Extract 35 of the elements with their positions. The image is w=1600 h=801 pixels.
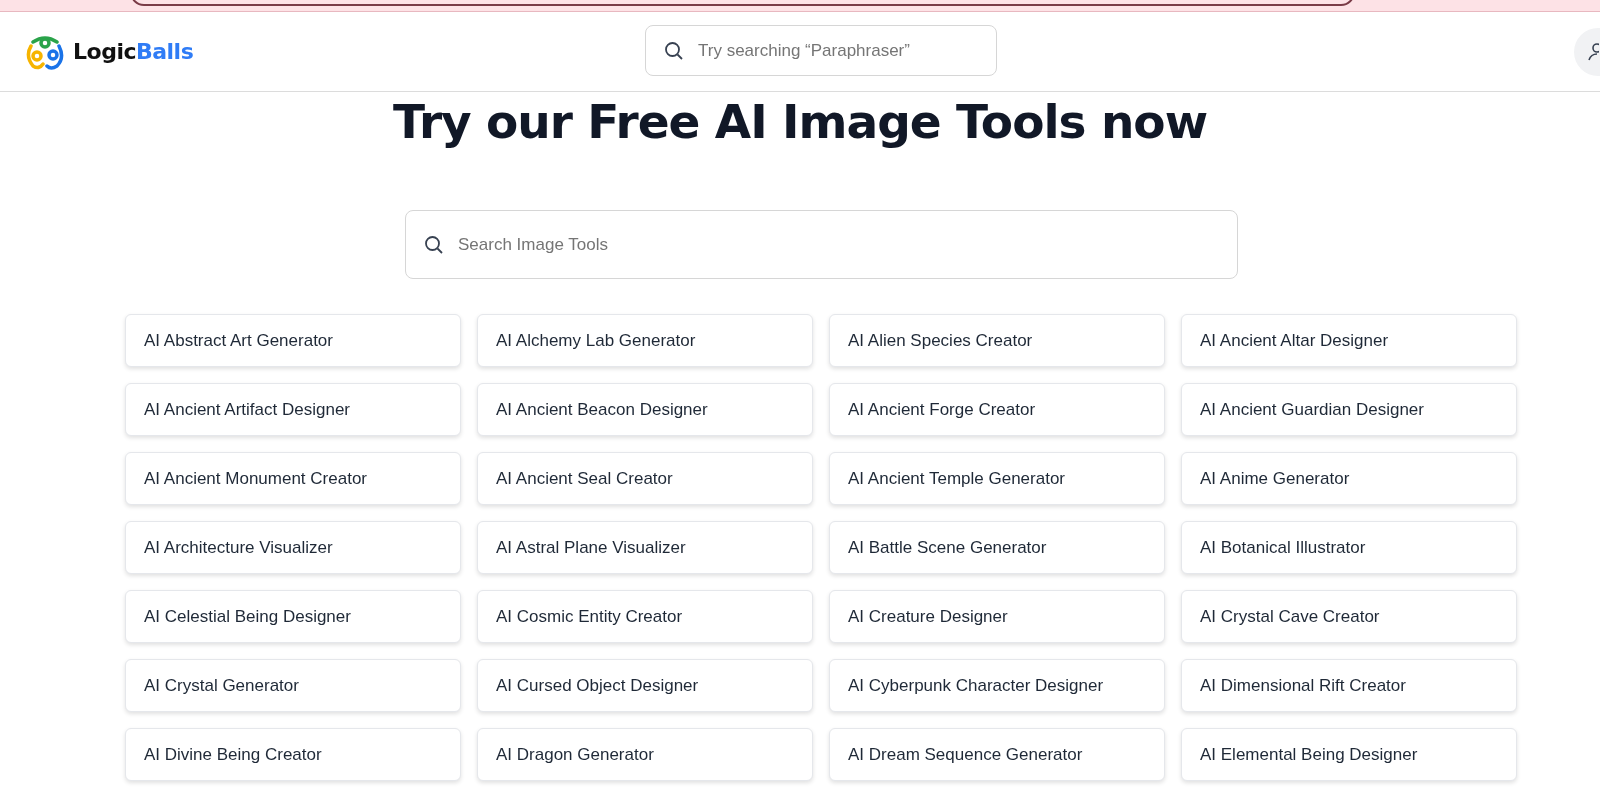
tool-card-link[interactable]: AI Botanical Illustrator	[1181, 521, 1517, 574]
tool-card-link[interactable]: AI Cursed Object Designer	[477, 659, 813, 712]
tool-card-link[interactable]: AI Astral Plane Visualizer	[477, 521, 813, 574]
tool-card-link[interactable]: AI Creature Designer	[829, 590, 1165, 643]
search-field[interactable]: Try searching “Paraphraser”	[645, 25, 997, 76]
tool-card-link[interactable]: AI Dream Sequence Generator	[829, 728, 1165, 781]
tool-card-link[interactable]: AI Ancient Artifact Designer	[125, 383, 461, 436]
tool-card-link[interactable]: AI Ancient Temple Generator	[829, 452, 1165, 505]
logo-icon	[25, 33, 65, 70]
tool-card-link[interactable]: AI Elemental Being Designer	[1181, 728, 1517, 781]
tool-card-link[interactable]: AI Dimensional Rift Creator	[1181, 659, 1517, 712]
tool-card-link[interactable]: AI Divine Being Creator	[125, 728, 461, 781]
tool-card-link[interactable]: AI Ancient Guardian Designer	[1181, 383, 1517, 436]
tool-card-link[interactable]: AI Abstract Art Generator	[125, 314, 461, 367]
logo-text: LogicBalls	[73, 38, 194, 66]
tool-card-link[interactable]: AI Architecture Visualizer	[125, 521, 461, 574]
user-icon	[1587, 42, 1599, 62]
tool-card-link[interactable]: AI Crystal Generator	[125, 659, 461, 712]
tool-card-link[interactable]: AI Alchemy Lab Generator	[477, 314, 813, 367]
page-heading: Try our Free AI Image Tools now	[393, 93, 1209, 148]
tool-card-link[interactable]: AI Anime Generator	[1181, 452, 1517, 505]
logo-link[interactable]: LogicBalls	[25, 33, 194, 70]
tool-card-link[interactable]: AI Alien Species Creator	[829, 314, 1165, 367]
tool-search-field[interactable]: Search Image Tools	[405, 210, 1238, 279]
tool-card-link[interactable]: AI Dragon Generator	[477, 728, 813, 781]
tool-card-link[interactable]: AI Cosmic Entity Creator	[477, 590, 813, 643]
tool-card-link[interactable]: AI Ancient Seal Creator	[477, 452, 813, 505]
tool-card-link[interactable]: AI Ancient Monument Creator	[125, 452, 461, 505]
tool-card-link[interactable]: AI Ancient Altar Designer	[1181, 314, 1517, 367]
tool-card-link[interactable]: AI Cyberpunk Character Designer	[829, 659, 1165, 712]
tool-card-link[interactable]: AI Ancient Beacon Designer	[477, 383, 813, 436]
tool-card-link[interactable]: AI Ancient Forge Creator	[829, 383, 1165, 436]
tool-card-link[interactable]: AI Celestial Being Designer	[125, 590, 461, 643]
tool-card-link[interactable]: AI Battle Scene Generator	[829, 521, 1165, 574]
tool-card-link[interactable]: AI Crystal Cave Creator	[1181, 590, 1517, 643]
